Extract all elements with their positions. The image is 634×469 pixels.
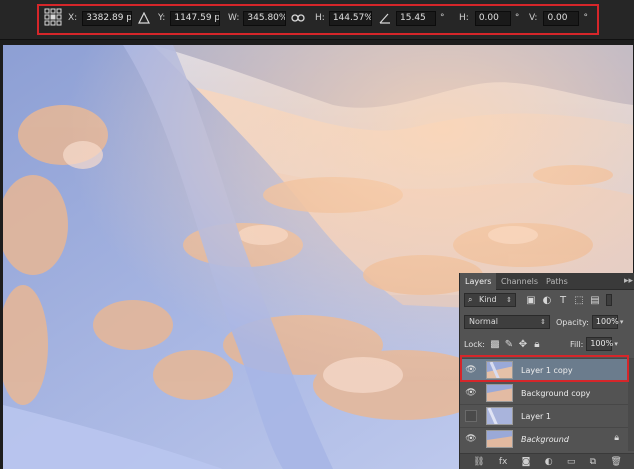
x-label: X: [68, 13, 78, 23]
mask-icon[interactable]: ◙ [522, 457, 531, 467]
lock-image-icon[interactable]: ✎ [502, 339, 516, 350]
skew-v-input[interactable]: 0.00 [543, 10, 580, 26]
filter-toggle[interactable] [606, 294, 612, 306]
height-scale-input[interactable]: 144.57% [328, 10, 372, 26]
fx-icon[interactable]: fx [499, 457, 508, 467]
fill-label: Fill: [569, 339, 584, 349]
angle-field-group: 15.45 ° [396, 10, 445, 26]
lock-transparent-icon[interactable]: ▩ [488, 339, 502, 350]
selected-layer-highlight [460, 355, 629, 382]
tab-layers[interactable]: Layers [460, 273, 497, 290]
angle-unit: ° [440, 13, 445, 23]
x-field-group: X: 3382.89 p [68, 10, 133, 26]
blend-row: Normal ⇕ Opacity: 100% ▾ [460, 314, 634, 330]
new-layer-icon[interactable]: ⧉ [590, 457, 596, 467]
visibility-eye-icon[interactable]: 👁︎ [465, 387, 477, 399]
tab-paths[interactable]: Paths [541, 273, 573, 290]
skew-v-field-group: V: 0.00 ° [529, 10, 588, 26]
panel-tab-bar: Layers Channels Paths ▸▸ [460, 273, 634, 290]
opacity-dropdown-icon[interactable]: ▾ [620, 318, 624, 326]
w-label: W: [228, 13, 240, 23]
options-bar: X: 3382.89 p Y: 1147.59 p W: 345.80% H: … [0, 0, 634, 40]
layer-name: Background copy [521, 389, 591, 398]
y-field-group: Y: 1147.59 p [158, 10, 221, 26]
x-position-input[interactable]: 3382.89 p [82, 10, 133, 26]
delta-icon[interactable] [138, 10, 150, 26]
lock-all-icon[interactable]: 🔒︎ [530, 339, 544, 350]
tab-channels[interactable]: Channels [496, 273, 543, 290]
visibility-eye-icon[interactable]: 👁︎ [465, 433, 477, 445]
h-label: H: [315, 13, 325, 23]
skew-h-label: H: [459, 13, 469, 23]
layer-thumbnail [486, 430, 513, 448]
search-icon: ⌕ [468, 295, 473, 304]
y-position-input[interactable]: 1147.59 p [170, 10, 221, 26]
type-filter-icon[interactable]: T [556, 295, 570, 306]
pixel-filter-icon[interactable]: ▣ [524, 295, 538, 306]
filter-kind-label: Kind [479, 295, 497, 304]
layer-row-background[interactable]: 👁︎ Background 🔒︎ [460, 427, 634, 450]
fill-dropdown-icon[interactable]: ▾ [614, 340, 618, 348]
chevron-icon: ⇕ [540, 318, 546, 326]
opacity-input[interactable]: 100% [591, 315, 619, 329]
h-field-group: H: 144.57% [315, 10, 372, 26]
panel-footer: ⛓ fx ◙ ◐ ▭ ⧉ 🗑︎ [460, 453, 634, 469]
lock-row: Lock: ▩ ✎ ✥ 🔒︎ Fill: 100% ▾ [460, 336, 634, 352]
link-icon[interactable] [291, 10, 305, 26]
reference-point-grid-icon[interactable] [44, 8, 62, 26]
filter-row: ⌕ Kind ⇕ ▣ ◐ T ⬚ ▤ [460, 292, 634, 308]
skew-v-label: V: [529, 13, 538, 23]
trash-icon[interactable]: 🗑︎ [610, 457, 621, 467]
shape-filter-icon[interactable]: ⬚ [572, 295, 586, 306]
fill-input[interactable]: 100% [586, 337, 613, 351]
layer-name: Background [521, 435, 569, 444]
filter-kind-select[interactable]: ⌕ Kind ⇕ [464, 293, 516, 307]
rotate-angle-input[interactable]: 15.45 [396, 10, 436, 26]
width-scale-input[interactable]: 345.80% [243, 10, 287, 26]
skew-v-unit: ° [583, 13, 588, 23]
layer-thumbnail [486, 407, 513, 425]
link-layers-icon[interactable]: ⛓ [473, 457, 484, 467]
panel-menu-icon[interactable]: ▸▸ [624, 273, 633, 290]
layer-thumbnail [486, 384, 513, 402]
blend-mode-select[interactable]: Normal ⇕ [464, 315, 550, 329]
layer-row-background-copy[interactable]: 👁︎ Background copy [460, 381, 634, 404]
adjustment-icon[interactable]: ◐ [545, 457, 553, 467]
angle-icon [379, 10, 391, 26]
adjustment-filter-icon[interactable]: ◐ [540, 295, 554, 306]
lock-position-icon[interactable]: ✥ [516, 339, 530, 350]
skew-h-field-group: H: 0.00 ° [459, 10, 519, 26]
skew-h-unit: ° [514, 13, 520, 23]
visibility-toggle-off[interactable] [465, 410, 477, 422]
layer-row-layer-1[interactable]: Layer 1 [460, 404, 634, 427]
blend-mode-value: Normal [469, 317, 498, 326]
lock-label: Lock: [464, 339, 485, 349]
group-icon[interactable]: ▭ [567, 457, 576, 467]
layer-name: Layer 1 [521, 412, 551, 421]
opacity-label: Opacity: [556, 317, 589, 327]
layer-lock-icon: 🔒︎ [614, 433, 619, 443]
smart-object-filter-icon[interactable]: ▤ [588, 295, 602, 306]
skew-h-input[interactable]: 0.00 [474, 10, 511, 26]
chevron-icon: ⇕ [506, 296, 512, 304]
y-label: Y: [158, 13, 166, 23]
w-field-group: W: 345.80% [228, 10, 287, 26]
